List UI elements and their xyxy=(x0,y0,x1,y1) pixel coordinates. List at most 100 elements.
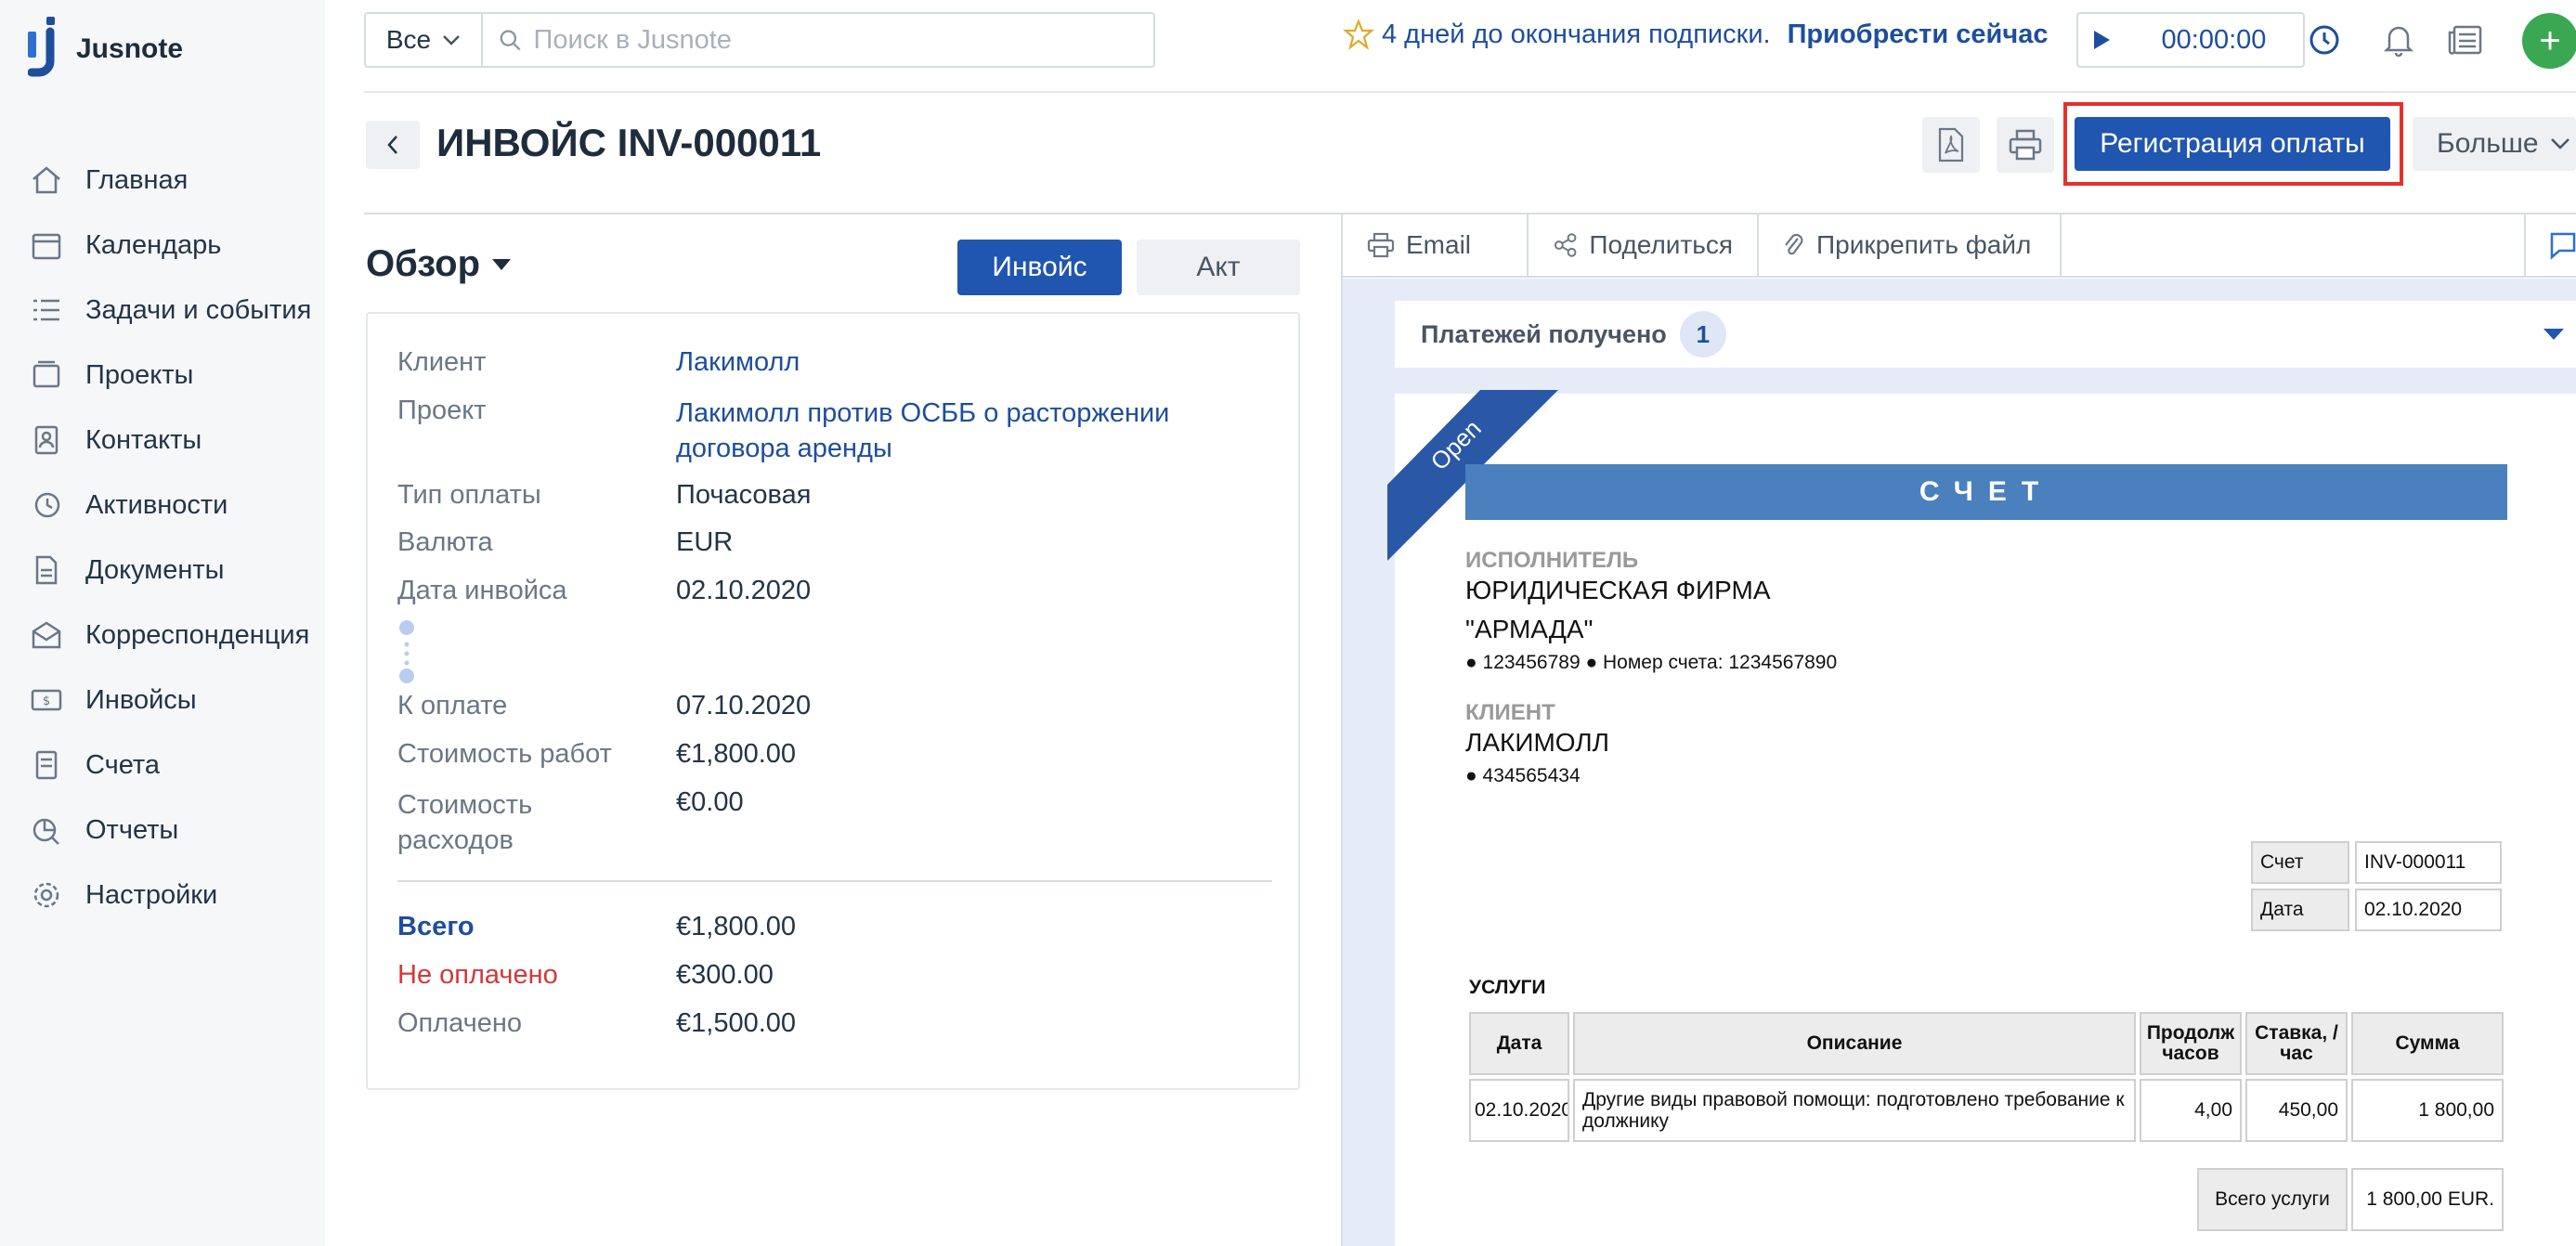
bell-icon xyxy=(2383,26,2414,58)
plus-icon: + xyxy=(2539,19,2561,61)
services-total-value: 1 800,00 EUR. xyxy=(2351,1168,2504,1231)
more-button[interactable]: Больше xyxy=(2413,117,2576,171)
sidebar-item-label: Отчеты xyxy=(85,814,179,845)
doc-client-name: ЛАКИМОЛЛ xyxy=(1465,728,1610,757)
search-scope-select[interactable]: Все xyxy=(366,14,483,66)
col-sum-header: Сумма xyxy=(2351,1012,2504,1075)
sidebar-item-tasks[interactable]: Задачи и события xyxy=(28,282,325,338)
email-button[interactable]: Email xyxy=(1343,214,1529,276)
chevron-left-icon xyxy=(387,136,397,154)
unpaid-label: Не оплачено xyxy=(397,960,558,990)
caret-down-icon[interactable] xyxy=(2543,327,2565,342)
client-label: Клиент xyxy=(397,347,487,377)
timer-play-button[interactable] xyxy=(2078,14,2125,66)
meta-invoice-label: Счет xyxy=(2251,841,2349,884)
sidebar-item-invoices[interactable]: $ Инвойсы xyxy=(28,672,325,728)
sidebar-item-accounts[interactable]: Счета xyxy=(28,737,325,793)
share-label: Поделиться xyxy=(1589,230,1733,259)
service-row-description: Другие виды правовой помощи: подготовлен… xyxy=(1573,1079,2136,1142)
service-row-rate: 450,00 xyxy=(2245,1079,2348,1142)
paperclip-icon xyxy=(1785,233,1803,255)
client-link[interactable]: Лакимолл xyxy=(676,347,800,378)
executor-name-line2: "АРМАДА" xyxy=(1465,615,1594,643)
comment-icon xyxy=(2550,232,2576,260)
sidebar-item-projects[interactable]: Проекты xyxy=(28,347,325,403)
email-label: Email xyxy=(1406,230,1472,259)
subscription-text: 4 дней до окончания подписки. xyxy=(1382,19,1771,49)
reports-icon xyxy=(28,811,65,849)
total-label: Всего xyxy=(397,912,475,941)
create-new-button[interactable]: + xyxy=(2522,13,2576,69)
printer-icon xyxy=(1367,232,1395,258)
work-cost-label: Стоимость работ xyxy=(397,739,612,769)
chevron-down-icon xyxy=(443,35,461,45)
invoice-date-label: Дата инвойса xyxy=(397,576,567,605)
unpaid-value: €300.00 xyxy=(676,960,774,990)
share-icon xyxy=(1554,233,1577,257)
buy-now-link[interactable]: Приобрести сейчас xyxy=(1788,19,2049,50)
tab-invoice[interactable]: Инвойс xyxy=(957,240,1122,295)
sidebar-item-settings[interactable]: Настройки xyxy=(28,867,325,923)
back-button[interactable] xyxy=(366,121,420,169)
time-history-button[interactable] xyxy=(2301,17,2348,63)
download-pdf-button[interactable] xyxy=(1922,117,1980,173)
search-field xyxy=(483,14,1153,66)
newspaper-icon xyxy=(2448,25,2482,55)
sidebar-item-label: Главная xyxy=(85,164,189,195)
share-button[interactable]: Поделиться xyxy=(1529,214,1759,276)
home-icon xyxy=(28,162,65,199)
payments-received-bar[interactable]: Платежей получено 1 xyxy=(1395,301,2576,368)
attach-file-button[interactable]: Прикрепить файл xyxy=(1759,214,2062,276)
more-label: Больше xyxy=(2437,128,2539,159)
star-icon xyxy=(1343,19,1374,50)
print-button[interactable] xyxy=(1997,117,2054,173)
sidebar-item-label: Задачи и события xyxy=(85,294,312,325)
meta-invoice-value: INV-000011 xyxy=(2355,841,2502,884)
notifications-button[interactable] xyxy=(2375,17,2422,63)
total-value: €1,800.00 xyxy=(676,912,797,941)
chevron-down-icon xyxy=(2550,138,2569,149)
col-date-header: Дата xyxy=(1469,1012,1569,1075)
project-link[interactable]: Лакимолл против ОСББ о расторжении догов… xyxy=(676,396,1233,466)
executor-details: ● 123456789 ● Номер счета: 1234567890 xyxy=(1465,652,1838,673)
sidebar-item-calendar[interactable]: Календарь xyxy=(28,217,325,273)
invoice-doc-heading: СЧЕТ xyxy=(1465,464,2507,520)
calendar-icon xyxy=(28,227,65,264)
sidebar-item-mail[interactable]: Корреспонденция xyxy=(28,607,325,663)
sidebar-item-label: Активности xyxy=(85,489,228,520)
attach-label: Прикрепить файл xyxy=(1816,230,2032,259)
currency-value: EUR xyxy=(676,527,734,557)
tab-act[interactable]: Акт xyxy=(1137,240,1300,295)
sidebar-item-reports[interactable]: Отчеты xyxy=(28,802,325,858)
document-actions-bar: Email Поделиться Прикрепить файл xyxy=(1343,214,2576,278)
overview-dropdown[interactable]: Обзор xyxy=(366,243,512,285)
clock-history-icon xyxy=(2309,25,2339,55)
services-total-label: Всего услуги xyxy=(2197,1168,2348,1231)
logo[interactable]: Jusnote xyxy=(28,17,183,82)
invoice-icon: $ xyxy=(28,681,65,719)
executor-label: ИСПОЛНИТЕЛЬ xyxy=(1465,548,1639,573)
comments-button[interactable] xyxy=(2548,230,2576,265)
work-cost-value: €1,800.00 xyxy=(676,739,797,769)
sidebar-item-documents[interactable]: Документы xyxy=(28,542,325,598)
timeline-dots-icon xyxy=(399,620,414,683)
currency-label: Валюта xyxy=(397,527,493,557)
sidebar-item-label: Проекты xyxy=(85,359,194,390)
svg-text:$: $ xyxy=(43,694,50,708)
sidebar-item-home[interactable]: Главная xyxy=(28,152,325,208)
activity-icon xyxy=(28,487,65,524)
sidebar-item-label: Документы xyxy=(85,554,225,585)
register-payment-button[interactable]: Регистрация оплаты xyxy=(2075,117,2390,171)
sidebar-item-contacts[interactable]: Контакты xyxy=(28,412,325,468)
subscription-notice: 4 дней до окончания подписки. Приобрести… xyxy=(1343,19,2048,50)
invoice-date-value: 02.10.2020 xyxy=(676,576,812,605)
doc-client-details: ● 434565434 xyxy=(1465,765,1581,786)
payments-label: Платежей получено xyxy=(1421,319,1667,348)
sidebar-item-activity[interactable]: Активности xyxy=(28,477,325,533)
documents-icon xyxy=(28,552,65,589)
col-rate-header: Ставка, /час xyxy=(2245,1012,2348,1075)
search-input[interactable] xyxy=(533,24,1153,56)
search-bar: Все xyxy=(364,12,1155,68)
contacts-icon xyxy=(28,422,65,459)
news-button[interactable] xyxy=(2442,17,2489,63)
